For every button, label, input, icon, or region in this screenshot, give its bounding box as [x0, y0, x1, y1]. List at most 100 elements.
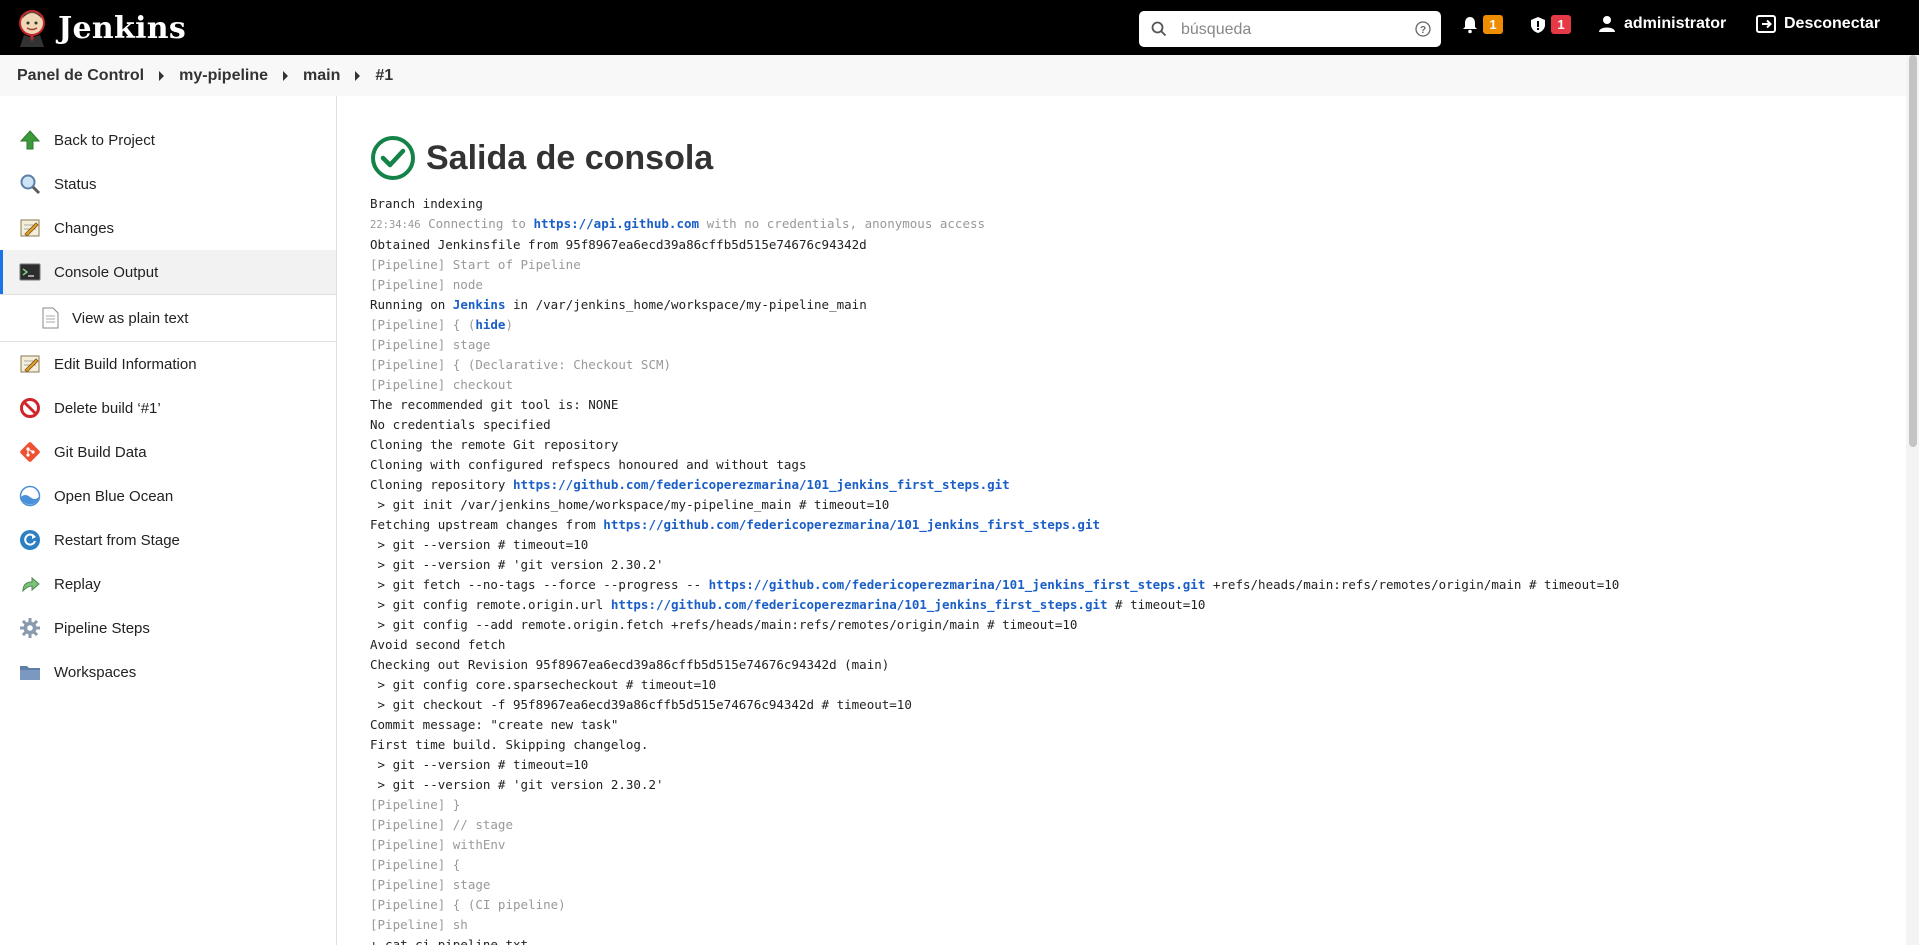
console-link[interactable]: https://api.github.com — [533, 216, 699, 231]
console-link[interactable]: https://github.com/federicoperezmarina/1… — [513, 477, 1010, 492]
sidebar-item-label: Pipeline Steps — [54, 619, 150, 637]
console-text: in /var/jenkins_home/workspace/my-pipeli… — [505, 297, 867, 312]
sidebar-item-workspaces[interactable]: Workspaces — [0, 650, 336, 694]
sidebar-item-label: Edit Build Information — [54, 355, 197, 373]
up-arrow-icon — [18, 128, 42, 152]
breadcrumb-separator-icon[interactable] — [355, 70, 361, 81]
sidebar-item-label: Git Build Data — [54, 443, 147, 461]
console-line: First time build. Skipping changelog. — [370, 737, 649, 752]
top-header: Jenkins ? 1 1 administrator — [0, 0, 1919, 55]
help-icon[interactable]: ? — [1415, 21, 1431, 37]
sidebar-item-changes[interactable]: Changes — [0, 206, 336, 250]
sidebar-item-label: Workspaces — [54, 663, 137, 681]
main-content: Salida de consola Branch indexing 22:34:4… — [370, 96, 1900, 945]
console-line: > git --version # timeout=10 — [370, 757, 589, 772]
console-line: [Pipeline] node — [370, 277, 483, 292]
breadcrumb-dashboard[interactable]: Panel de Control — [17, 67, 144, 85]
console-link[interactable]: Jenkins — [453, 297, 506, 312]
page-title: Salida de consola — [426, 138, 714, 177]
console-line: Running on Jenkins in /var/jenkins_home/… — [370, 295, 1619, 315]
console-line: > git init /var/jenkins_home/workspace/m… — [370, 497, 890, 512]
breadcrumb-main[interactable]: main — [303, 67, 340, 85]
console-line: Obtained Jenkinsfile from 95f8967ea6ecd3… — [370, 237, 867, 252]
shield-alert-icon — [1531, 16, 1545, 33]
sidebar-item-console-output[interactable]: Console Output — [0, 250, 336, 294]
console-line: > git config --add remote.origin.fetch +… — [370, 617, 1078, 632]
sidebar-item-edit-build-info[interactable]: Edit Build Information — [0, 342, 336, 386]
breadcrumb-my-pipeline[interactable]: my-pipeline — [179, 67, 268, 85]
console-link[interactable]: https://github.com/federicoperezmarina/1… — [603, 517, 1100, 532]
sidebar-item-back-to-project[interactable]: Back to Project — [0, 118, 336, 162]
page-scrollbar[interactable] — [1906, 55, 1919, 945]
svg-text:?: ? — [1420, 25, 1426, 36]
sidebar-item-delete-build[interactable]: Delete build ‘#1’ — [0, 386, 336, 430]
user-menu[interactable]: administrator — [1598, 15, 1726, 33]
scrollbar-thumb[interactable] — [1909, 55, 1917, 447]
console-line: [Pipeline] sh — [370, 917, 468, 932]
console-line: [Pipeline] // stage — [370, 817, 513, 832]
search-icon — [1151, 21, 1167, 37]
console-line: Avoid second fetch — [370, 637, 506, 652]
console-link[interactable]: https://github.com/federicoperezmarina/1… — [611, 597, 1108, 612]
console-line: Branch indexing — [370, 196, 483, 211]
breadcrumb: Panel de Control my-pipeline main #1 — [0, 55, 1906, 96]
console-output: Branch indexing 22:34:46 Connecting to ht… — [370, 194, 1619, 945]
console-line: > git checkout -f 95f8967ea6ecd39a86cffb… — [370, 697, 912, 712]
user-icon — [1599, 16, 1615, 32]
sidebar-item-view-plain-text[interactable]: View as plain text — [0, 294, 336, 342]
console-line: [Pipeline] { — [370, 857, 461, 872]
gear-icon — [18, 616, 42, 640]
security-badge: 1 — [1551, 15, 1571, 34]
console-hide-link[interactable]: hide — [475, 317, 505, 332]
folder-icon — [18, 660, 42, 684]
sidebar-item-git-build-data[interactable]: Git Build Data — [0, 430, 336, 474]
security-alerts-button[interactable]: 1 — [1529, 15, 1571, 34]
console-line: Commit message: "create new task" — [370, 717, 619, 732]
success-check-icon — [371, 136, 415, 180]
logout-label: Desconectar — [1784, 15, 1881, 32]
console-line: > git --version # 'git version 2.30.2' — [370, 777, 664, 792]
breadcrumb-separator-icon[interactable] — [159, 70, 165, 81]
console-text: Connecting to — [420, 216, 534, 231]
sidebar-item-label: Changes — [54, 219, 115, 237]
notifications-badge: 1 — [1483, 15, 1503, 34]
sidebar-item-status[interactable]: Status — [0, 162, 336, 206]
console-line: [Pipeline] stage — [370, 337, 491, 352]
logout-button[interactable]: Desconectar — [1756, 15, 1880, 33]
notifications-button[interactable]: 1 — [1461, 15, 1503, 34]
magnifier-icon — [18, 172, 42, 196]
username: administrator — [1624, 15, 1727, 32]
console-line: Cloning with configured refspecs honoure… — [370, 457, 807, 472]
console-line: Checking out Revision 95f8967ea6ecd39a86… — [370, 657, 890, 672]
logout-icon — [1756, 15, 1776, 33]
breadcrumb-build-1[interactable]: #1 — [375, 67, 393, 85]
jenkins-logo[interactable]: Jenkins — [16, 8, 186, 48]
document-icon — [38, 306, 62, 330]
notepad-icon — [18, 352, 42, 376]
sidebar-item-label: Open Blue Ocean — [54, 487, 174, 505]
console-line: [Pipeline] stage — [370, 877, 491, 892]
no-entry-icon — [18, 396, 42, 420]
terminal-icon — [18, 260, 42, 284]
console-line: [Pipeline] { (Declarative: Checkout SCM) — [370, 357, 672, 372]
sidebar: Back to Project Status Changes Console O… — [0, 96, 337, 945]
console-line: Cloning the remote Git repository — [370, 437, 619, 452]
console-timestamp: 22:34:46 — [370, 219, 421, 231]
sidebar-item-pipeline-steps[interactable]: Pipeline Steps — [0, 606, 336, 650]
sidebar-item-open-blue-ocean[interactable]: Open Blue Ocean — [0, 474, 336, 518]
console-line: [Pipeline] { (CI pipeline) — [370, 897, 566, 912]
search-input[interactable] — [1179, 17, 1393, 43]
sidebar-item-replay[interactable]: Replay — [0, 562, 336, 606]
breadcrumb-separator-icon[interactable] — [283, 70, 289, 81]
console-text: # timeout=10 — [1107, 597, 1206, 612]
search-box: ? — [1139, 11, 1441, 47]
console-link[interactable]: https://github.com/federicoperezmarina/1… — [709, 577, 1206, 592]
sidebar-item-label: Status — [54, 175, 97, 193]
console-line: [Pipeline] Start of Pipeline — [370, 257, 581, 272]
sidebar-item-restart-from-stage[interactable]: Restart from Stage — [0, 518, 336, 562]
console-line: No credentials specified — [370, 417, 551, 432]
sidebar-item-label: Restart from Stage — [54, 531, 180, 549]
console-text: +refs/heads/main:refs/remotes/origin/mai… — [1205, 577, 1620, 592]
console-line: + cat ci_pipeline.txt — [370, 937, 529, 945]
console-line: > git fetch --no-tags --force --progress… — [370, 575, 1620, 595]
